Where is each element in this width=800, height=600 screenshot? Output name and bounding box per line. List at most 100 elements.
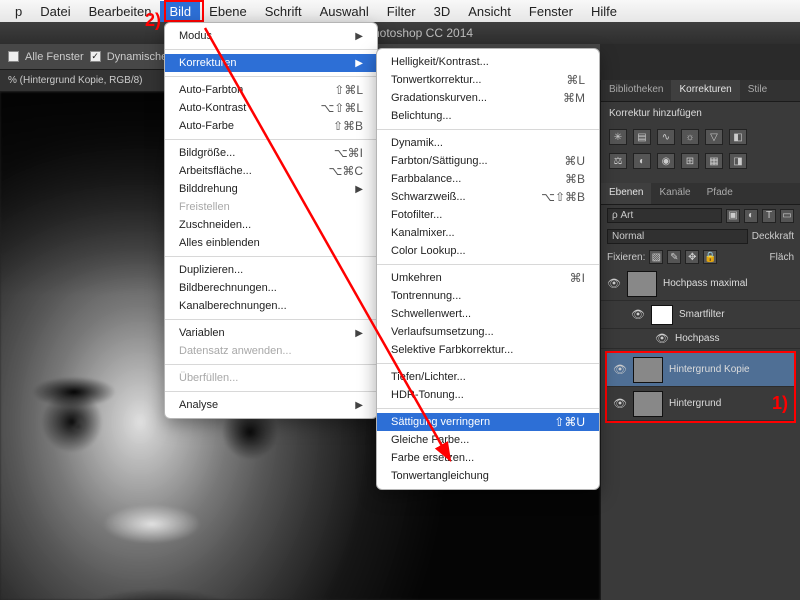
bild-item-arbeitsfl-che[interactable]: Arbeitsfläche...⌥⌘C [165, 162, 377, 180]
layer-hochpass-filter[interactable]: 👁 Hochpass [601, 329, 800, 349]
bild-item-alles-einblenden[interactable]: Alles einblenden [165, 234, 377, 252]
bild-item-bildberechnungen[interactable]: Bildberechnungen... [165, 279, 377, 297]
menu-auswahl[interactable]: Auswahl [311, 1, 378, 22]
korr-item-helligkeit-kontrast[interactable]: Helligkeit/Kontrast... [377, 53, 599, 71]
korr-item-schwellenwert[interactable]: Schwellenwert... [377, 305, 599, 323]
menu-filter[interactable]: Filter [378, 1, 425, 22]
exposure-icon[interactable]: ☼ [681, 129, 699, 145]
filter-shape-icon[interactable]: ▭ [780, 209, 794, 223]
korr-item-farbbalance[interactable]: Farbbalance...⌘B [377, 170, 599, 188]
filter-adjust-icon[interactable]: ◐ [744, 209, 758, 223]
bild-item-auto-kontrast[interactable]: Auto-Kontrast⌥⇧⌘L [165, 99, 377, 117]
korr-item-gradationskurven[interactable]: Gradationskurven...⌘M [377, 89, 599, 107]
eye-icon[interactable]: 👁 [631, 308, 645, 322]
korr-item-hdr-tonung[interactable]: HDR-Tonung... [377, 386, 599, 404]
menu-shortcut: ⌘U [564, 154, 585, 168]
lock-pixels-icon[interactable]: ✎ [667, 250, 681, 264]
menu-fenster[interactable]: Fenster [520, 1, 582, 22]
layer-kind-filter[interactable]: ρ Art [607, 208, 722, 223]
korr-item-tonwertangleichung[interactable]: Tonwertangleichung [377, 467, 599, 485]
korr-item-color-lookup[interactable]: Color Lookup... [377, 242, 599, 260]
layer-hintergrund-kopie[interactable]: 👁 Hintergrund Kopie [607, 353, 794, 387]
layer-thumb [633, 391, 663, 417]
tab-bibliotheken[interactable]: Bibliotheken [601, 80, 671, 101]
blend-mode[interactable]: Normal [607, 229, 748, 244]
menu-ansicht[interactable]: Ansicht [459, 1, 520, 22]
checkbox-dynamischer[interactable]: ✓ [90, 51, 101, 62]
korr-item-fotofilter[interactable]: Fotofilter... [377, 206, 599, 224]
tab-korrekturen[interactable]: Korrekturen [671, 80, 739, 101]
menu-schrift[interactable]: Schrift [256, 1, 311, 22]
korr-item-umkehren[interactable]: Umkehren⌘I [377, 269, 599, 287]
korr-item-selektive-farbkorrektur[interactable]: Selektive Farbkorrektur... [377, 341, 599, 359]
tab-stile[interactable]: Stile [740, 80, 775, 101]
curves-icon[interactable]: ∿ [657, 129, 675, 145]
eye-icon[interactable]: 👁 [613, 397, 627, 411]
eye-icon[interactable]: 👁 [655, 332, 669, 346]
bild-item-bildgr-e[interactable]: Bildgröße...⌥⌘I [165, 144, 377, 162]
bild-item-auto-farbe[interactable]: Auto-Farbe⇧⌘B [165, 117, 377, 135]
menu-item-label: Schwellenwert... [391, 308, 585, 320]
fill-label: Fläch [770, 252, 794, 263]
layer-smartfilter[interactable]: 👁 Smartfilter [601, 301, 800, 329]
korrekturen-tabs: Bibliotheken Korrekturen Stile [601, 80, 800, 102]
tab-pfade[interactable]: Pfade [699, 183, 741, 204]
korrekturen-submenu: Helligkeit/Kontrast...Tonwertkorrektur..… [376, 48, 600, 490]
mixer-icon[interactable]: ⊞ [681, 153, 699, 169]
menu-shortcut: ⌥⇧⌘B [541, 190, 585, 204]
lock-position-icon[interactable]: ✥ [685, 250, 699, 264]
bild-item-bilddrehung[interactable]: Bilddrehung▶ [165, 180, 377, 198]
korr-item-tiefen-lichter[interactable]: Tiefen/Lichter... [377, 368, 599, 386]
layer-hintergrund[interactable]: 👁 Hintergrund 1) [607, 387, 794, 421]
checkbox-alle-fenster[interactable] [8, 51, 19, 62]
levels-icon[interactable]: ▤ [633, 129, 651, 145]
photofilter-icon[interactable]: ◉ [657, 153, 675, 169]
korr-item-tonwertkorrektur[interactable]: Tonwertkorrektur...⌘L [377, 71, 599, 89]
korr-item-schwarzwei[interactable]: Schwarzweiß...⌥⇧⌘B [377, 188, 599, 206]
vibrance-icon[interactable]: ▽ [705, 129, 723, 145]
lock-transparency-icon[interactable]: ▧ [649, 250, 663, 264]
korr-item-farbton-s-ttigung[interactable]: Farbton/Sättigung...⌘U [377, 152, 599, 170]
bild-item-korrekturen[interactable]: Korrekturen▶ [165, 54, 377, 72]
tab-kanaele[interactable]: Kanäle [651, 183, 698, 204]
menu-datei[interactable]: Datei [31, 1, 79, 22]
korr-item-tontrennung[interactable]: Tontrennung... [377, 287, 599, 305]
filter-type-icon[interactable]: T [762, 209, 776, 223]
bild-item-analyse[interactable]: Analyse▶ [165, 396, 377, 414]
bild-item-datensatz-anwenden: Datensatz anwenden... [165, 342, 377, 360]
korr-item-farbe-ersetzen[interactable]: Farbe ersetzen... [377, 449, 599, 467]
korr-item-gleiche-farbe[interactable]: Gleiche Farbe... [377, 431, 599, 449]
menu-item-label: Zuschneiden... [179, 219, 363, 231]
bw-icon[interactable]: ◐ [633, 153, 651, 169]
bild-item-zuschneiden[interactable]: Zuschneiden... [165, 216, 377, 234]
brightness-icon[interactable]: ✳ [609, 129, 627, 145]
filter-image-icon[interactable]: ▣ [726, 209, 740, 223]
eye-icon[interactable]: 👁 [613, 363, 627, 377]
menu-ebene[interactable]: Ebene [200, 1, 256, 22]
lookup-icon[interactable]: ▦ [705, 153, 723, 169]
bild-item-variablen[interactable]: Variablen▶ [165, 324, 377, 342]
bild-item-kanalberechnungen[interactable]: Kanalberechnungen... [165, 297, 377, 315]
korr-item-s-ttigung-verringern[interactable]: Sättigung verringern⇧⌘U [377, 413, 599, 431]
menu-bearbeiten[interactable]: Bearbeiten [80, 1, 161, 22]
submenu-arrow-icon: ▶ [355, 58, 363, 69]
bild-item-duplizieren[interactable]: Duplizieren... [165, 261, 377, 279]
menu-3d[interactable]: 3D [425, 1, 460, 22]
eye-icon[interactable]: 👁 [607, 277, 621, 291]
lock-all-icon[interactable]: 🔒 [703, 250, 717, 264]
korr-item-belichtung[interactable]: Belichtung... [377, 107, 599, 125]
layer-hochpass-maximal[interactable]: 👁 Hochpass maximal [601, 267, 800, 301]
korr-item-dynamik[interactable]: Dynamik... [377, 134, 599, 152]
invert-icon[interactable]: ◨ [729, 153, 747, 169]
bild-item-modus[interactable]: Modus▶ [165, 27, 377, 45]
korr-item-kanalmixer[interactable]: Kanalmixer... [377, 224, 599, 242]
korr-item-verlaufsumsetzung[interactable]: Verlaufsumsetzung... [377, 323, 599, 341]
bild-item-auto-farbton[interactable]: Auto-Farbton⇧⌘L [165, 81, 377, 99]
menu-item-label: Tiefen/Lichter... [391, 371, 585, 383]
balance-icon[interactable]: ⚖ [609, 153, 627, 169]
menu-hilfe[interactable]: Hilfe [582, 1, 626, 22]
hue-icon[interactable]: ◧ [729, 129, 747, 145]
menu-app[interactable]: p [6, 1, 31, 22]
tab-ebenen[interactable]: Ebenen [601, 183, 651, 204]
label-alle-fenster: Alle Fenster [25, 51, 84, 63]
